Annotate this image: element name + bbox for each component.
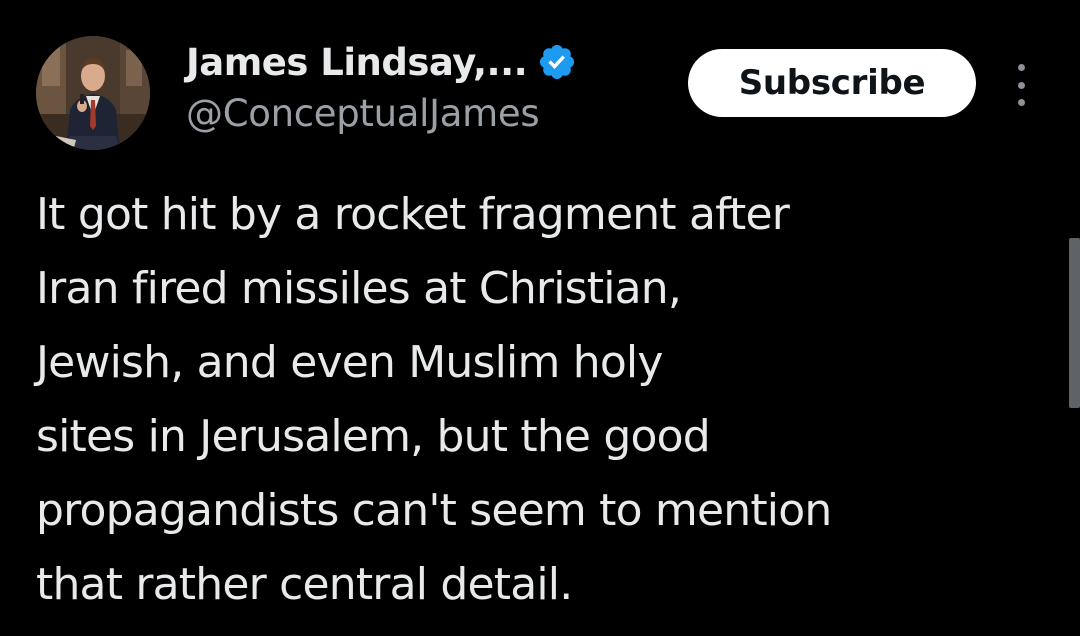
tweet-text: It got hit by a rocket fragment after Ir…: [36, 178, 1036, 622]
tweet-text-line: that rather central detail.: [36, 559, 573, 610]
tweet-text-line: Iran fired missiles at Christian,: [36, 263, 682, 314]
subscribe-button[interactable]: Subscribe: [688, 49, 976, 117]
tweet-card: James Lindsay,... @ConceptualJames Subsc…: [0, 0, 1080, 636]
avatar-image: [36, 36, 150, 150]
verified-badge-icon[interactable]: [537, 42, 577, 82]
author-name-row: James Lindsay,...: [186, 36, 577, 88]
tweet-text-line: sites in Jerusalem, but the good: [36, 411, 711, 462]
author-display-name[interactable]: James Lindsay,...: [186, 41, 528, 84]
more-dot: [1017, 64, 1025, 71]
avatar[interactable]: [36, 36, 150, 150]
more-dot: [1017, 99, 1025, 106]
scrollbar[interactable]: [1069, 238, 1080, 408]
more-dot: [1017, 81, 1025, 89]
more-vertical-icon[interactable]: [1006, 60, 1036, 110]
tweet-text-line: propagandists can't seem to mention: [36, 485, 832, 536]
author-handle[interactable]: @ConceptualJames: [186, 92, 540, 135]
tweet-text-line: Jewish, and even Muslim holy: [36, 337, 663, 388]
tweet-text-line: It got hit by a rocket fragment after: [36, 189, 790, 240]
